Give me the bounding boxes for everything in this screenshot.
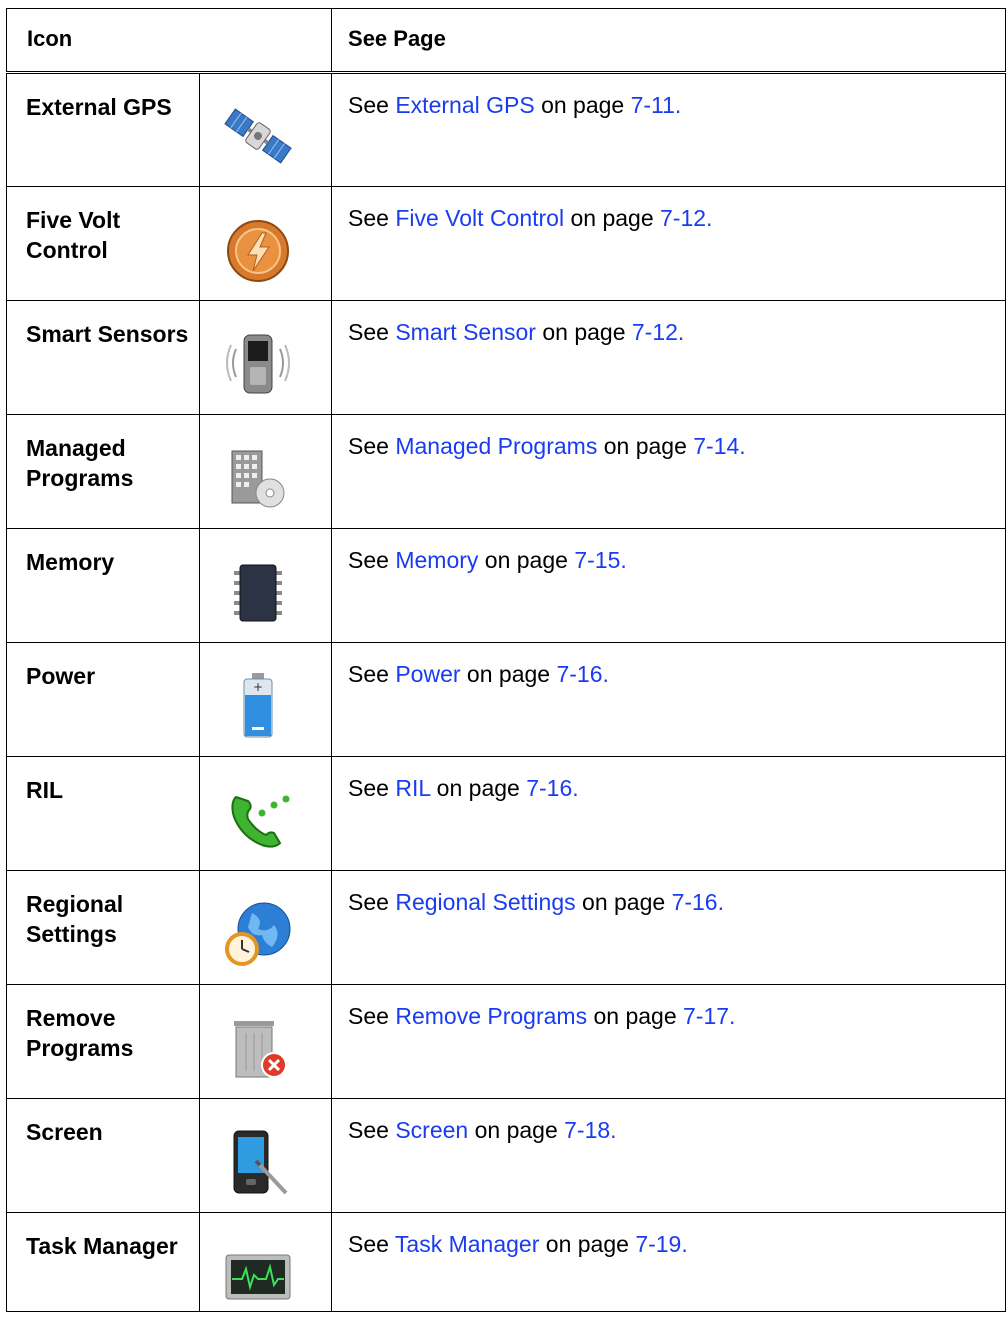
see-page-ref: See Task Manager on page 7-19. — [331, 1212, 1006, 1312]
vibrating-phone-icon — [222, 327, 294, 399]
page-link[interactable]: 7-16. — [556, 661, 608, 687]
activity-monitor-icon — [222, 1239, 294, 1311]
section-link[interactable]: Memory — [395, 547, 478, 573]
section-link[interactable]: External GPS — [395, 92, 534, 118]
section-link[interactable]: Regional Settings — [395, 889, 575, 915]
svg-text:+: + — [253, 680, 263, 694]
section-link[interactable]: RIL — [395, 775, 430, 801]
table-row: Memory See Memory on page 7-15. — [6, 528, 1006, 643]
section-link[interactable]: Remove Programs — [395, 1003, 587, 1029]
table-header-row: Icon See Page — [5, 8, 1006, 73]
page-link[interactable]: 7-11. — [631, 92, 682, 118]
table-row: Task Manager See Task Manager on page 7-… — [6, 1212, 1006, 1312]
page-link[interactable]: 7-17. — [683, 1003, 735, 1029]
see-page-ref: See Screen on page 7-18. — [331, 1098, 1006, 1213]
setting-name: Regional Settings — [6, 870, 200, 985]
section-link[interactable]: Screen — [395, 1117, 468, 1143]
header-icon: Icon — [5, 8, 333, 73]
page-link[interactable]: 7-16. — [526, 775, 578, 801]
table-row: RIL See RIL on page 7-16. — [6, 756, 1006, 871]
trash-remove-icon — [222, 1011, 294, 1083]
section-link[interactable]: Managed Programs — [395, 433, 597, 459]
page-link[interactable]: 7-14. — [693, 433, 745, 459]
page-link[interactable]: 7-18. — [564, 1117, 616, 1143]
setting-name: Smart Sensors — [6, 300, 200, 415]
setting-name: Memory — [6, 528, 200, 643]
see-page-ref: See Managed Programs on page 7-14. — [331, 414, 1006, 529]
table-row: Power + See Power on page 7-16. — [6, 642, 1006, 757]
section-link[interactable]: Five Volt Control — [395, 205, 564, 231]
building-disc-icon — [222, 441, 294, 513]
setting-name: External GPS — [6, 72, 200, 187]
setting-name: Screen — [6, 1098, 200, 1213]
battery-icon: + — [222, 669, 294, 741]
table-row: Regional Settings See Regional Settings … — [6, 870, 1006, 985]
page-link[interactable]: 7-12. — [632, 319, 684, 345]
page-link[interactable]: 7-15. — [574, 547, 626, 573]
table-row: Screen See Screen on page 7-18. — [6, 1098, 1006, 1213]
see-page-ref: See Memory on page 7-15. — [331, 528, 1006, 643]
setting-name: Task Manager — [6, 1212, 200, 1312]
see-page-ref: See Remove Programs on page 7-17. — [331, 984, 1006, 1099]
globe-clock-icon — [222, 897, 294, 969]
table-row: Five Volt Control See Five Volt Control … — [6, 186, 1006, 301]
setting-name: Five Volt Control — [6, 186, 200, 301]
see-page-ref: See RIL on page 7-16. — [331, 756, 1006, 871]
setting-name: Remove Programs — [6, 984, 200, 1099]
setting-name: Managed Programs — [6, 414, 200, 529]
table-row: Smart Sensors See Smart Sensor on page 7… — [6, 300, 1006, 415]
phone-handset-icon — [222, 783, 294, 855]
section-link[interactable]: Smart Sensor — [395, 319, 536, 345]
pda-stylus-icon — [222, 1125, 294, 1197]
table-row: Remove Programs See Remove Programs on p… — [6, 984, 1006, 1099]
section-link[interactable]: Power — [395, 661, 460, 687]
see-page-ref: See Smart Sensor on page 7-12. — [331, 300, 1006, 415]
table-row: Managed Programs See Managed Programs on… — [6, 414, 1006, 529]
lightning-bolt-icon — [222, 213, 294, 285]
satellite-icon — [222, 100, 294, 172]
table-row: External GPS See External GPS on page 7-… — [6, 72, 1006, 187]
page-link[interactable]: 7-19. — [635, 1231, 687, 1257]
page-link[interactable]: 7-16. — [672, 889, 724, 915]
see-page-ref: See Regional Settings on page 7-16. — [331, 870, 1006, 985]
page-link[interactable]: 7-12. — [660, 205, 712, 231]
setting-name: Power — [6, 642, 200, 757]
see-page-ref: See Five Volt Control on page 7-12. — [331, 186, 1006, 301]
see-page-ref: See External GPS on page 7-11. — [331, 72, 1006, 187]
setting-name: RIL — [6, 756, 200, 871]
icon-reference-table: Icon See Page External GPS See External … — [5, 8, 1006, 1312]
see-page-ref: See Power on page 7-16. — [331, 642, 1006, 757]
header-see-page: See Page — [331, 8, 1006, 73]
memory-chip-icon — [222, 555, 294, 627]
section-link[interactable]: Task Manager — [395, 1231, 539, 1257]
